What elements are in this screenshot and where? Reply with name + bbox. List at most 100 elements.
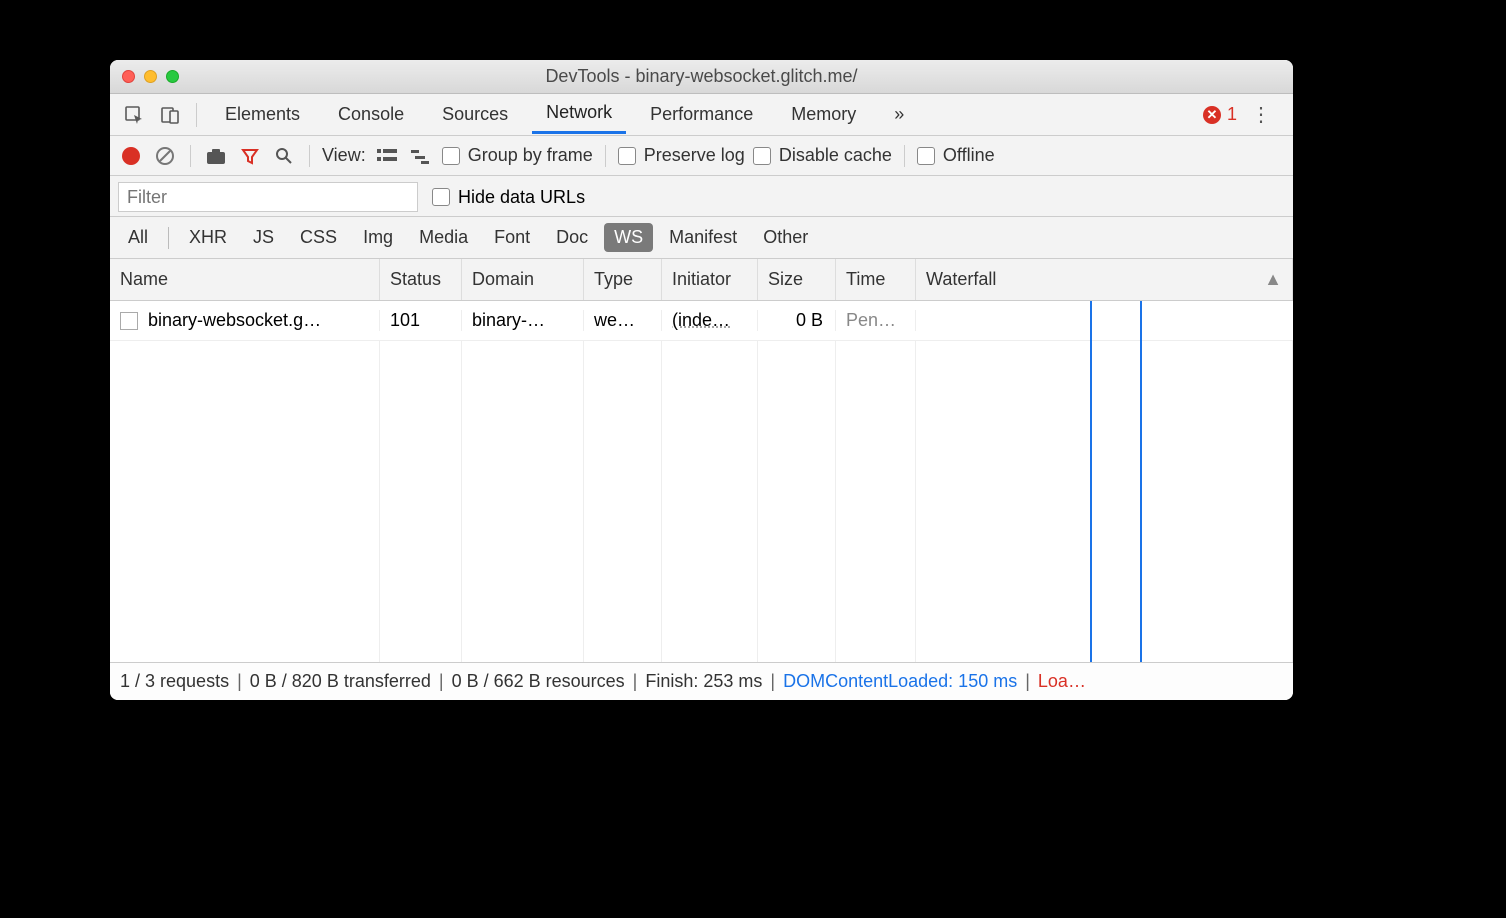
more-icon[interactable]: ⋮: [1245, 102, 1277, 127]
col-waterfall-label: Waterfall: [926, 269, 996, 290]
tab-elements[interactable]: Elements: [211, 98, 314, 131]
status-finish: Finish: 253 ms: [645, 671, 762, 692]
tab-sources[interactable]: Sources: [428, 98, 522, 131]
preserve-log-label: Preserve log: [644, 145, 745, 166]
waterfall-load-line: [1140, 301, 1142, 662]
zoom-icon[interactable]: [166, 70, 179, 83]
panel-tabs: Elements Console Sources Network Perform…: [211, 96, 1203, 134]
error-badge[interactable]: ✕ 1: [1203, 104, 1237, 125]
error-count: 1: [1227, 104, 1237, 125]
tab-network[interactable]: Network: [532, 96, 626, 134]
checkbox-icon: [618, 147, 636, 165]
offline-checkbox[interactable]: Offline: [917, 145, 995, 166]
column-guides: [110, 341, 1293, 662]
cell-size: 0 B: [758, 310, 836, 331]
table-row[interactable]: binary-websocket.g… 101 binary-… we… (in…: [110, 301, 1293, 341]
chip-doc[interactable]: Doc: [546, 223, 598, 252]
device-toggle-icon[interactable]: [156, 101, 184, 129]
tab-performance[interactable]: Performance: [636, 98, 767, 131]
col-size[interactable]: Size: [758, 259, 836, 300]
col-name[interactable]: Name: [110, 259, 380, 300]
separator: [309, 145, 310, 167]
status-bar: 1 / 3 requests | 0 B / 820 B transferred…: [110, 662, 1293, 700]
clear-icon[interactable]: [152, 146, 178, 166]
checkbox-icon: [432, 188, 450, 206]
chip-xhr[interactable]: XHR: [179, 223, 237, 252]
cell-domain: binary-…: [462, 310, 584, 331]
table-body: binary-websocket.g… 101 binary-… we… (in…: [110, 301, 1293, 662]
offline-label: Offline: [943, 145, 995, 166]
chip-manifest[interactable]: Manifest: [659, 223, 747, 252]
tab-console[interactable]: Console: [324, 98, 418, 131]
chip-font[interactable]: Font: [484, 223, 540, 252]
separator: |: [237, 671, 242, 692]
chip-ws[interactable]: WS: [604, 223, 653, 252]
status-transferred: 0 B / 820 B transferred: [250, 671, 431, 692]
col-status[interactable]: Status: [380, 259, 462, 300]
status-load: Loa…: [1038, 671, 1086, 692]
chip-css[interactable]: CSS: [290, 223, 347, 252]
capture-screenshots-icon[interactable]: [203, 147, 229, 165]
filter-icon[interactable]: [237, 147, 263, 165]
chip-all[interactable]: All: [118, 223, 158, 252]
close-icon[interactable]: [122, 70, 135, 83]
view-label: View:: [322, 145, 366, 166]
record-icon[interactable]: [118, 147, 144, 165]
hide-data-urls-checkbox[interactable]: Hide data URLs: [432, 187, 585, 208]
overview-icon[interactable]: [408, 148, 434, 164]
cell-status: 101: [380, 310, 462, 331]
separator: [196, 103, 197, 127]
request-name: binary-websocket.g…: [148, 310, 321, 331]
chip-other[interactable]: Other: [753, 223, 818, 252]
group-by-frame-checkbox[interactable]: Group by frame: [442, 145, 593, 166]
checkbox-icon: [753, 147, 771, 165]
type-filter-bar: All XHR JS CSS Img Media Font Doc WS Man…: [110, 217, 1293, 259]
cell-name: binary-websocket.g…: [110, 310, 380, 331]
preserve-log-checkbox[interactable]: Preserve log: [618, 145, 745, 166]
group-by-frame-label: Group by frame: [468, 145, 593, 166]
devtools-window: DevTools - binary-websocket.glitch.me/ E…: [110, 60, 1293, 700]
checkbox-icon: [917, 147, 935, 165]
large-rows-icon[interactable]: [374, 148, 400, 164]
filter-bar: Hide data URLs: [110, 176, 1293, 217]
minimize-icon[interactable]: [144, 70, 157, 83]
hide-data-urls-label: Hide data URLs: [458, 187, 585, 208]
chip-media[interactable]: Media: [409, 223, 478, 252]
col-type[interactable]: Type: [584, 259, 662, 300]
window-controls: [110, 70, 179, 83]
disable-cache-checkbox[interactable]: Disable cache: [753, 145, 892, 166]
col-waterfall[interactable]: Waterfall ▲: [916, 259, 1293, 300]
tabs-overflow[interactable]: »: [880, 98, 918, 131]
cell-type: we…: [584, 310, 662, 331]
separator: |: [1025, 671, 1030, 692]
col-time[interactable]: Time: [836, 259, 916, 300]
status-resources: 0 B / 662 B resources: [452, 671, 625, 692]
separator: |: [633, 671, 638, 692]
titlebar: DevTools - binary-websocket.glitch.me/: [110, 60, 1293, 94]
checkbox-icon: [442, 147, 460, 165]
disable-cache-label: Disable cache: [779, 145, 892, 166]
col-initiator[interactable]: Initiator: [662, 259, 758, 300]
chip-img[interactable]: Img: [353, 223, 403, 252]
waterfall-dcl-line: [1090, 301, 1092, 662]
inspect-icon[interactable]: [120, 101, 148, 129]
separator: [904, 145, 905, 167]
status-dcl: DOMContentLoaded: 150 ms: [783, 671, 1017, 692]
error-icon: ✕: [1203, 106, 1221, 124]
separator: [190, 145, 191, 167]
search-icon[interactable]: [271, 147, 297, 165]
filter-input[interactable]: [118, 182, 418, 212]
col-domain[interactable]: Domain: [462, 259, 584, 300]
cell-initiator[interactable]: (inde…: [662, 310, 758, 331]
separator: |: [439, 671, 444, 692]
status-requests: 1 / 3 requests: [120, 671, 229, 692]
separator: |: [770, 671, 775, 692]
chip-js[interactable]: JS: [243, 223, 284, 252]
tab-memory[interactable]: Memory: [777, 98, 870, 131]
resource-icon: [120, 312, 138, 330]
separator: [168, 227, 169, 249]
window-title: DevTools - binary-websocket.glitch.me/: [110, 66, 1293, 87]
sort-asc-icon: ▲: [1264, 269, 1282, 290]
panel-tabbar: Elements Console Sources Network Perform…: [110, 94, 1293, 136]
separator: [605, 145, 606, 167]
